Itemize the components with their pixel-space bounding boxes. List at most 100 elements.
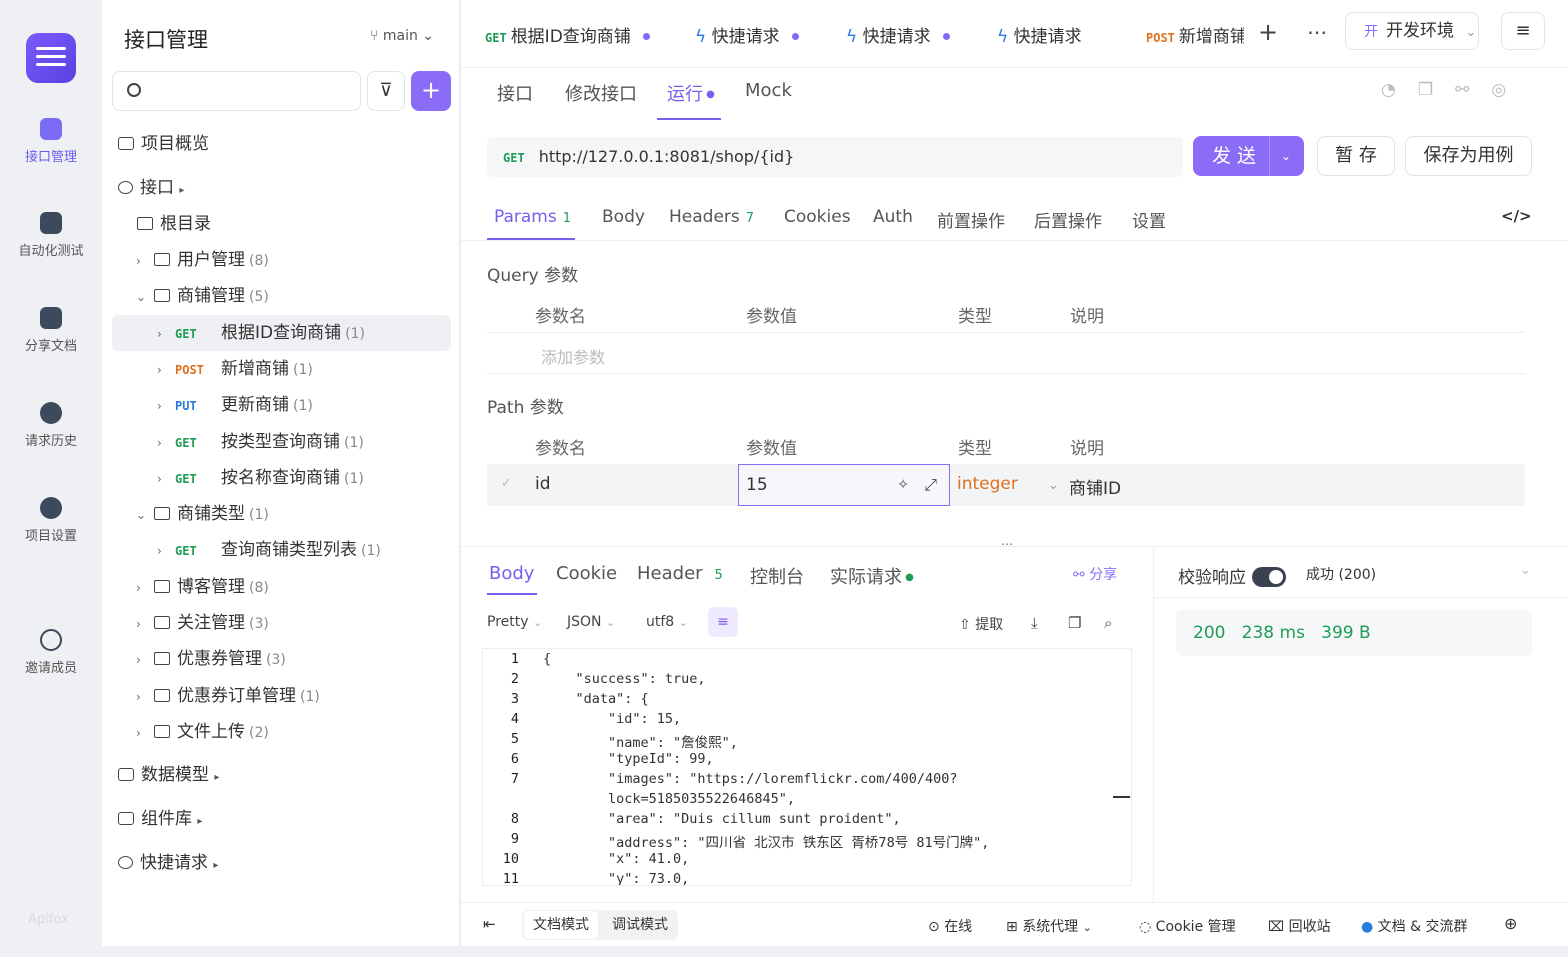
send-button[interactable]: 发 送 ⌄ bbox=[1193, 136, 1304, 176]
rail-item-automation[interactable]: 自动化测试 bbox=[0, 212, 102, 259]
environment-selector[interactable]: 开开发环境 ⌄ bbox=[1345, 12, 1479, 50]
chevron-right-icon[interactable]: › bbox=[136, 715, 154, 751]
extract-button[interactable]: ⇧ 提取 bbox=[959, 614, 1003, 634]
sidebar-item-root[interactable]: 根目录 bbox=[102, 206, 460, 242]
cookie-manager-button[interactable]: ◌ Cookie 管理 bbox=[1139, 916, 1236, 936]
tab-pre-ops[interactable]: 前置操作 bbox=[937, 207, 1005, 232]
tab-post-ops[interactable]: 后置操作 bbox=[1034, 207, 1102, 232]
tab-actual-request[interactable]: 实际请求 ● bbox=[830, 563, 914, 589]
encoding-select[interactable]: utf8 ⌄ bbox=[646, 614, 688, 630]
sidebar-api-item[interactable]: › GET 按类型查询商铺 (1) bbox=[102, 424, 460, 460]
sidebar-item-quick-request[interactable]: 快捷请求 ▸ bbox=[102, 845, 460, 881]
debug-mode-button[interactable]: 调试模式 bbox=[603, 911, 677, 939]
sidebar-item-api[interactable]: 接口 ▸ bbox=[102, 170, 460, 206]
menu-button[interactable]: ≡ bbox=[1501, 12, 1545, 50]
app-logo-icon[interactable] bbox=[26, 33, 76, 83]
chevron-right-icon[interactable]: › bbox=[157, 461, 175, 497]
settings-icon[interactable]: ◎ bbox=[1491, 80, 1528, 100]
sidebar-item-overview[interactable]: 项目概览 bbox=[102, 126, 460, 162]
upload-icon[interactable]: ⊕ bbox=[1504, 914, 1517, 933]
sidebar-folder[interactable]: › 优惠券管理 (3) bbox=[102, 641, 460, 677]
tab-response-header[interactable]: Header 5 bbox=[637, 563, 723, 584]
rail-item-history[interactable]: 请求历史 bbox=[0, 402, 102, 449]
url-input[interactable]: GET http://127.0.0.1:8081/shop/{id} bbox=[487, 137, 1183, 177]
sidebar-folder[interactable]: › 用户管理 (8) bbox=[102, 242, 460, 278]
rail-item-docs[interactable]: 分享文档 bbox=[0, 307, 102, 354]
tab-console[interactable]: 控制台 bbox=[750, 563, 804, 589]
chevron-down-icon[interactable]: ⌄ bbox=[136, 497, 154, 533]
response-body-code[interactable]: 1 {2 "success": true, 3 "data": {4 "id": 1… bbox=[482, 648, 1132, 886]
param-name[interactable]: id bbox=[535, 474, 551, 494]
chevron-right-icon[interactable]: › bbox=[157, 388, 175, 424]
chevron-right-icon[interactable]: › bbox=[136, 679, 154, 715]
tab-params[interactable]: Params 1 bbox=[494, 207, 571, 227]
validation-result[interactable]: 成功 (200) bbox=[1306, 564, 1376, 584]
rail-item-api[interactable]: 接口管理 bbox=[0, 118, 102, 165]
branch-selector[interactable]: ⑂ main ⌄ bbox=[370, 28, 434, 44]
wrap-lines-icon[interactable]: ≡ bbox=[708, 607, 738, 637]
scrollbar-thumb[interactable] bbox=[1113, 796, 1130, 798]
chevron-right-icon[interactable]: › bbox=[136, 570, 154, 606]
rail-item-settings[interactable]: 项目设置 bbox=[0, 497, 102, 544]
new-tab-button[interactable]: + bbox=[1258, 18, 1278, 46]
tab-response-body[interactable]: Body bbox=[489, 563, 534, 584]
resize-handle[interactable]: ⋯ bbox=[1001, 537, 1013, 551]
docs-community-button[interactable]: ● 文档 & 交流群 bbox=[1361, 916, 1468, 936]
tab-post-shop[interactable]: POST 新增商铺 bbox=[1146, 22, 1244, 47]
sidebar-folder[interactable]: › 优惠券订单管理 (1) bbox=[102, 678, 460, 714]
tab-auth[interactable]: Auth bbox=[873, 207, 913, 227]
chevron-down-icon[interactable]: ⌄ bbox=[1281, 136, 1291, 176]
online-status[interactable]: ⊙ 在线 bbox=[928, 916, 972, 936]
share-button[interactable]: ⚯ 分享 bbox=[1073, 564, 1117, 584]
chevron-down-icon[interactable]: ⌄ bbox=[136, 279, 154, 315]
chevron-right-icon[interactable]: › bbox=[157, 533, 175, 569]
tab-edit-api[interactable]: 修改接口 bbox=[565, 80, 637, 106]
share-icon[interactable]: ⚯ bbox=[1455, 80, 1491, 100]
validate-toggle[interactable] bbox=[1252, 567, 1286, 587]
sidebar-folder[interactable]: ⌄ 商铺管理 (5) bbox=[102, 278, 460, 314]
tab-cookies[interactable]: Cookies bbox=[784, 207, 851, 227]
doc-mode-button[interactable]: 文档模式 bbox=[524, 911, 598, 939]
format-pretty-select[interactable]: Pretty ⌄ bbox=[487, 614, 542, 630]
add-param-input[interactable]: 添加参数 bbox=[541, 344, 605, 368]
param-desc[interactable]: 商铺ID bbox=[1069, 474, 1121, 499]
tab-settings[interactable]: 设置 bbox=[1132, 207, 1166, 232]
sidebar-api-item[interactable]: › GET 查询商铺类型列表 (1) bbox=[102, 532, 460, 568]
copy-icon[interactable]: ❐ bbox=[1068, 614, 1081, 632]
chevron-right-icon[interactable]: › bbox=[136, 243, 154, 279]
chevron-right-icon[interactable]: › bbox=[136, 606, 154, 642]
tab-run[interactable]: 运行 ● bbox=[667, 80, 715, 106]
sidebar-folder[interactable]: › 博客管理 (8) bbox=[102, 569, 460, 605]
sidebar-api-item[interactable]: › POST 新增商铺 (1) bbox=[102, 351, 460, 387]
chevron-down-icon[interactable]: ⌄ bbox=[1520, 563, 1531, 578]
check-icon[interactable]: ✓ bbox=[501, 476, 512, 491]
download-icon[interactable]: ⤓ bbox=[1031, 614, 1038, 632]
more-tabs-button[interactable]: ⋯ bbox=[1307, 20, 1327, 44]
chevron-right-icon[interactable]: › bbox=[157, 425, 175, 461]
code-icon[interactable]: </> bbox=[1501, 207, 1532, 225]
search-icon[interactable]: ⌕ bbox=[1104, 614, 1112, 632]
chevron-right-icon[interactable]: › bbox=[157, 352, 175, 388]
chart-icon[interactable]: ◔ bbox=[1381, 80, 1418, 100]
add-button[interactable]: + bbox=[411, 71, 451, 111]
rail-item-invite[interactable]: 邀请成员 bbox=[0, 629, 102, 676]
sidebar-folder[interactable]: › 关注管理 (3) bbox=[102, 605, 460, 641]
chevron-right-icon[interactable]: › bbox=[136, 642, 154, 678]
filter-button[interactable]: ⊽ bbox=[367, 71, 405, 111]
tab-quick-request-3[interactable]: ϟ 快捷请求 bbox=[997, 22, 1082, 47]
search-input[interactable] bbox=[112, 71, 361, 111]
tab-response-cookie[interactable]: Cookie bbox=[556, 563, 617, 584]
sidebar-folder[interactable]: › 文件上传 (2) bbox=[102, 714, 460, 750]
save-as-case-button[interactable]: 保存为用例 bbox=[1405, 136, 1532, 176]
sidebar-item-data-model[interactable]: 数据模型 ▸ bbox=[102, 757, 460, 793]
tab-headers[interactable]: Headers 7 bbox=[669, 207, 754, 227]
sidebar-api-item[interactable]: › GET 按名称查询商铺 (1) bbox=[102, 460, 460, 496]
param-type-select[interactable]: integer ⌄ bbox=[957, 474, 1059, 494]
tab-mock[interactable]: Mock bbox=[745, 80, 792, 101]
proxy-select[interactable]: ⊞ 系统代理 ⌄ bbox=[1006, 916, 1092, 936]
sidebar-folder[interactable]: ⌄ 商铺类型 (1) bbox=[102, 496, 460, 532]
tab-body[interactable]: Body bbox=[602, 207, 645, 227]
tab-quick-request-2[interactable]: ϟ 快捷请求 bbox=[846, 22, 950, 47]
save-draft-button[interactable]: 暂 存 bbox=[1317, 136, 1395, 176]
format-json-select[interactable]: JSON ⌄ bbox=[567, 614, 615, 630]
